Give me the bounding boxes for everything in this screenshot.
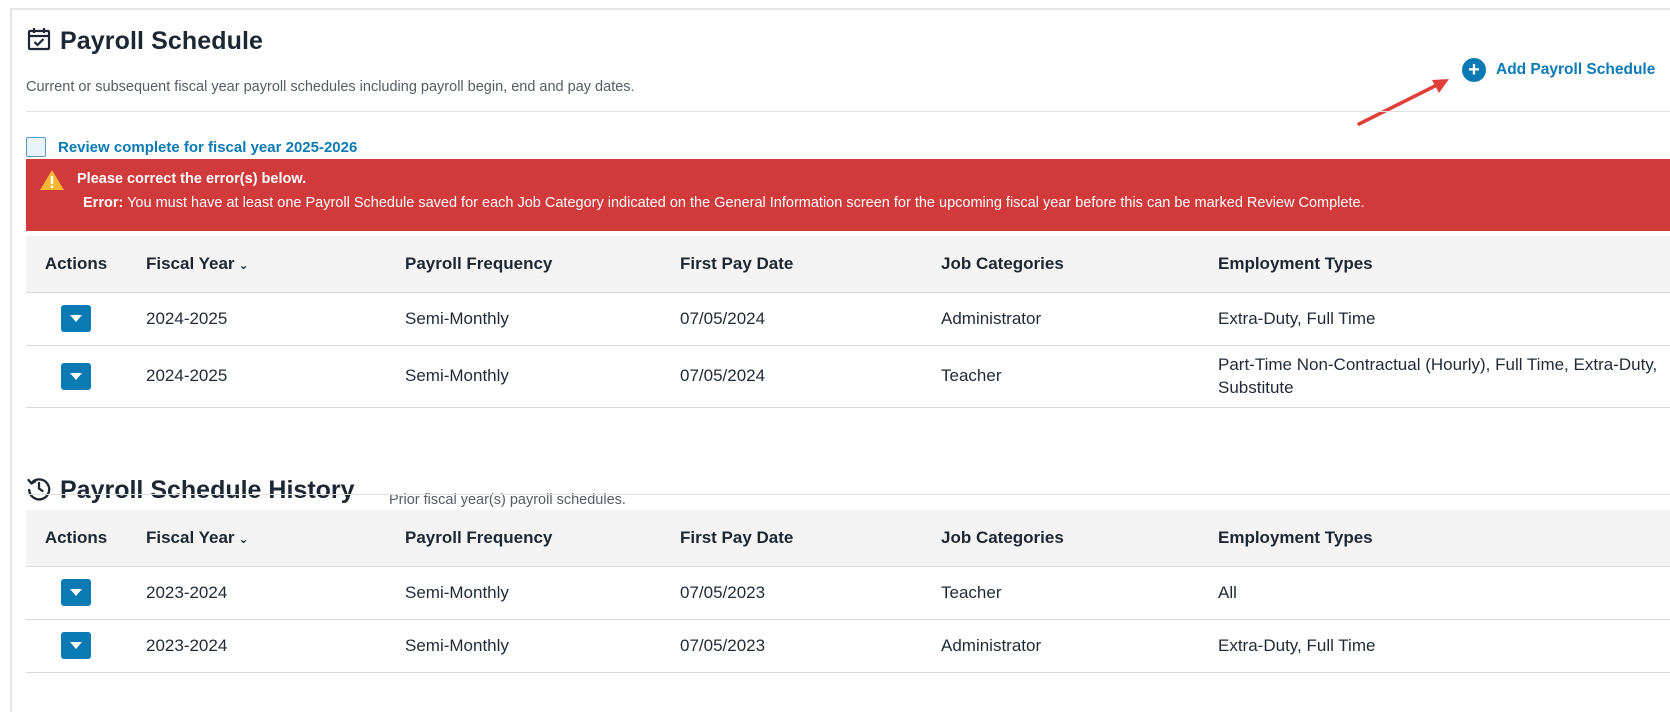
- review-complete-row[interactable]: Review complete for fiscal year 2025-202…: [26, 137, 357, 157]
- cell-fiscal-year: 2024-2025: [126, 345, 385, 408]
- cell-payroll-frequency: Semi-Monthly: [385, 292, 660, 346]
- alert-error-prefix: Error:: [83, 195, 124, 211]
- cell-payroll-frequency: Semi-Monthly: [385, 566, 660, 620]
- caret-down-icon: [70, 372, 82, 380]
- cell-payroll-frequency: Semi-Monthly: [385, 619, 660, 673]
- column-header-actions: Actions: [26, 510, 126, 567]
- column-header-employment-types: Employment Types: [1198, 510, 1670, 567]
- table-header-row: Actions Fiscal Year ⌄ Payroll Frequency F…: [26, 510, 1670, 567]
- column-header-actions: Actions: [26, 236, 126, 293]
- alert-heading: Please correct the error(s) below.: [77, 171, 307, 187]
- table-row: 2024-2025 Semi-Monthly 07/05/2024 Teache…: [26, 345, 1670, 408]
- cell-first-pay-date: 07/05/2023: [660, 619, 921, 673]
- history-divider: [26, 494, 1670, 495]
- cell-fiscal-year: 2024-2025: [126, 292, 385, 346]
- warning-triangle-icon: [39, 169, 65, 196]
- caret-down-icon: [70, 642, 82, 649]
- column-header-fiscal-year[interactable]: Fiscal Year ⌄: [126, 236, 385, 293]
- caret-down-icon: [70, 589, 82, 596]
- review-complete-label[interactable]: Review complete for fiscal year 2025-202…: [58, 139, 357, 156]
- history-title: Payroll Schedule History: [60, 476, 355, 504]
- add-payroll-schedule-button[interactable]: + Add Payroll Schedule: [1462, 58, 1655, 82]
- history-clock-icon: [26, 475, 52, 506]
- cell-employment-types: All: [1198, 566, 1670, 620]
- payroll-schedule-history-heading: Payroll Schedule History: [26, 475, 355, 506]
- header-divider: [26, 111, 1670, 112]
- row-actions-dropdown[interactable]: [61, 579, 91, 606]
- alert-message: Error: You must have at least one Payrol…: [83, 195, 1365, 211]
- column-header-employment-types: Employment Types: [1198, 236, 1670, 293]
- table-row: 2023-2024 Semi-Monthly 07/05/2023 Admini…: [26, 619, 1670, 673]
- row-actions-dropdown[interactable]: [61, 632, 91, 659]
- cell-employment-types: Extra-Duty, Full Time: [1198, 619, 1670, 673]
- payroll-schedule-table: Actions Fiscal Year ⌄ Payroll Frequency F…: [26, 236, 1670, 408]
- row-actions-dropdown[interactable]: [61, 362, 91, 390]
- cell-job-category: Teacher: [921, 345, 1198, 408]
- error-alert: Please correct the error(s) below. Error…: [26, 159, 1670, 231]
- table-header-row: Actions Fiscal Year ⌄ Payroll Frequency F…: [26, 236, 1670, 293]
- alert-error-text: You must have at least one Payroll Sched…: [127, 195, 1365, 211]
- column-header-job-categories: Job Categories: [921, 236, 1198, 293]
- fiscal-year-header-label: Fiscal Year: [146, 253, 235, 273]
- payroll-schedule-history-table: Actions Fiscal Year ⌄ Payroll Frequency F…: [26, 510, 1670, 673]
- column-header-first-pay-date: First Pay Date: [660, 236, 921, 293]
- column-header-fiscal-year[interactable]: Fiscal Year ⌄: [126, 510, 385, 567]
- annotation-arrow-icon: [1357, 79, 1449, 126]
- column-header-job-categories: Job Categories: [921, 510, 1198, 567]
- calendar-check-icon: [26, 26, 52, 57]
- plus-circle-icon: +: [1462, 58, 1486, 82]
- cell-payroll-frequency: Semi-Monthly: [385, 345, 660, 408]
- cell-first-pay-date: 07/05/2024: [660, 292, 921, 346]
- column-header-first-pay-date: First Pay Date: [660, 510, 921, 567]
- cell-job-category: Administrator: [921, 619, 1198, 673]
- cell-first-pay-date: 07/05/2024: [660, 345, 921, 408]
- page-title: Payroll Schedule: [60, 27, 264, 55]
- column-header-payroll-frequency: Payroll Frequency: [385, 236, 660, 293]
- chevron-down-icon: ⌄: [238, 531, 249, 546]
- cell-fiscal-year: 2023-2024: [126, 566, 385, 620]
- review-complete-checkbox[interactable]: [26, 137, 46, 157]
- panel-border-left: [10, 8, 12, 712]
- table-row: 2024-2025 Semi-Monthly 07/05/2024 Admini…: [26, 292, 1670, 346]
- caret-down-icon: [70, 315, 82, 322]
- table-row: 2023-2024 Semi-Monthly 07/05/2023 Teache…: [26, 566, 1670, 620]
- cell-first-pay-date: 07/05/2023: [660, 566, 921, 620]
- chevron-down-icon: ⌄: [238, 257, 249, 272]
- add-payroll-schedule-label: Add Payroll Schedule: [1496, 61, 1656, 78]
- row-actions-dropdown[interactable]: [61, 305, 91, 332]
- cell-fiscal-year: 2023-2024: [126, 619, 385, 673]
- page-subtitle: Current or subsequent fiscal year payrol…: [26, 79, 635, 95]
- cell-employment-types: Part-Time Non-Contractual (Hourly), Full…: [1198, 345, 1670, 408]
- cell-job-category: Teacher: [921, 566, 1198, 620]
- fiscal-year-header-label: Fiscal Year: [146, 527, 235, 547]
- column-header-payroll-frequency: Payroll Frequency: [385, 510, 660, 567]
- cell-job-category: Administrator: [921, 292, 1198, 346]
- cell-employment-types: Extra-Duty, Full Time: [1198, 292, 1670, 346]
- payroll-schedule-heading: Payroll Schedule: [26, 26, 263, 57]
- panel-border-top: [10, 8, 1670, 10]
